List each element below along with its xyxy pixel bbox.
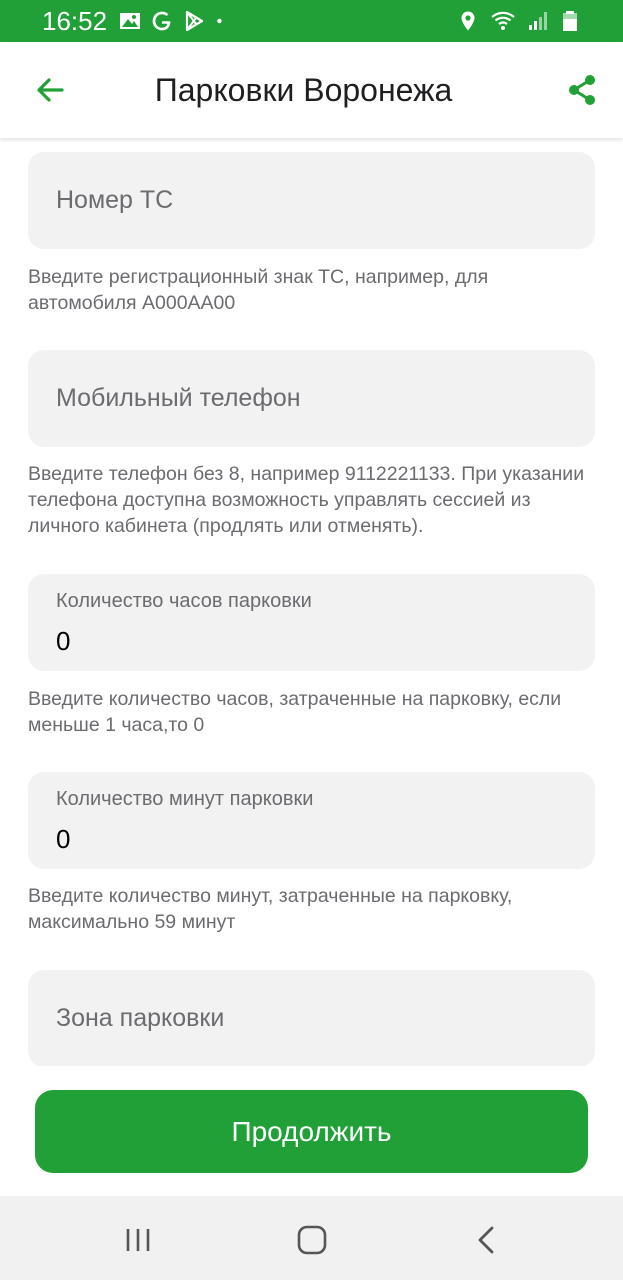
continue-button[interactable]: Продолжить: [35, 1090, 588, 1173]
recent-apps-button[interactable]: [116, 1218, 160, 1262]
parking-zone-input[interactable]: Зона парковки: [28, 970, 595, 1066]
battery-icon: [563, 11, 577, 31]
status-notification-icons: [119, 10, 229, 32]
play-store-icon: [185, 10, 204, 32]
recent-apps-icon: [126, 1229, 150, 1251]
dot-icon: [217, 18, 222, 24]
back-nav-icon: [478, 1226, 494, 1254]
back-nav-button[interactable]: [465, 1218, 509, 1262]
vehicle-number-hint: Введите регистрационный знак ТС, наприме…: [28, 266, 489, 314]
hours-value: 0: [56, 626, 71, 656]
status-time: 16:52: [42, 5, 108, 36]
minutes-hint: Введите количество минут, затраченные на…: [28, 885, 513, 933]
hours-hint: Введите количество часов, затраченные на…: [28, 688, 562, 736]
form-content: Номер ТС Введите регистрационный знак ТС…: [0, 138, 623, 1066]
google-icon: [152, 11, 171, 31]
share-icon: [569, 75, 595, 105]
hours-label: Количество часов парковки: [56, 590, 312, 612]
hours-input[interactable]: Количество часов парковки 0: [28, 574, 595, 671]
footer: Продолжить: [0, 1066, 623, 1196]
home-button[interactable]: [290, 1218, 334, 1262]
phone-hint: Введите телефон без 8, например 91122211…: [28, 463, 585, 537]
minutes-input[interactable]: Количество минут парковки 0: [28, 772, 595, 869]
status-bar: 16:52: [0, 0, 623, 42]
image-icon: [120, 13, 141, 29]
vehicle-number-placeholder: Номер ТС: [56, 186, 174, 214]
home-icon: [297, 1225, 327, 1255]
vehicle-number-input[interactable]: Номер ТС: [28, 152, 595, 249]
signal-icon: [529, 12, 547, 30]
page-title: Парковки Воронежа: [154, 72, 453, 108]
minutes-label: Количество минут парковки: [56, 788, 314, 810]
parking-zone-placeholder: Зона парковки: [56, 1004, 225, 1032]
phone-placeholder: Мобильный телефон: [56, 384, 301, 412]
location-icon: [461, 11, 475, 31]
app-bar: Парковки Воронежа: [0, 42, 623, 138]
status-system-icons: [457, 10, 581, 32]
share-button[interactable]: [562, 70, 602, 110]
wifi-icon: [491, 11, 515, 30]
system-nav-bar: [0, 1196, 623, 1280]
phone-input[interactable]: Мобильный телефон: [28, 350, 595, 447]
minutes-value: 0: [56, 824, 71, 854]
